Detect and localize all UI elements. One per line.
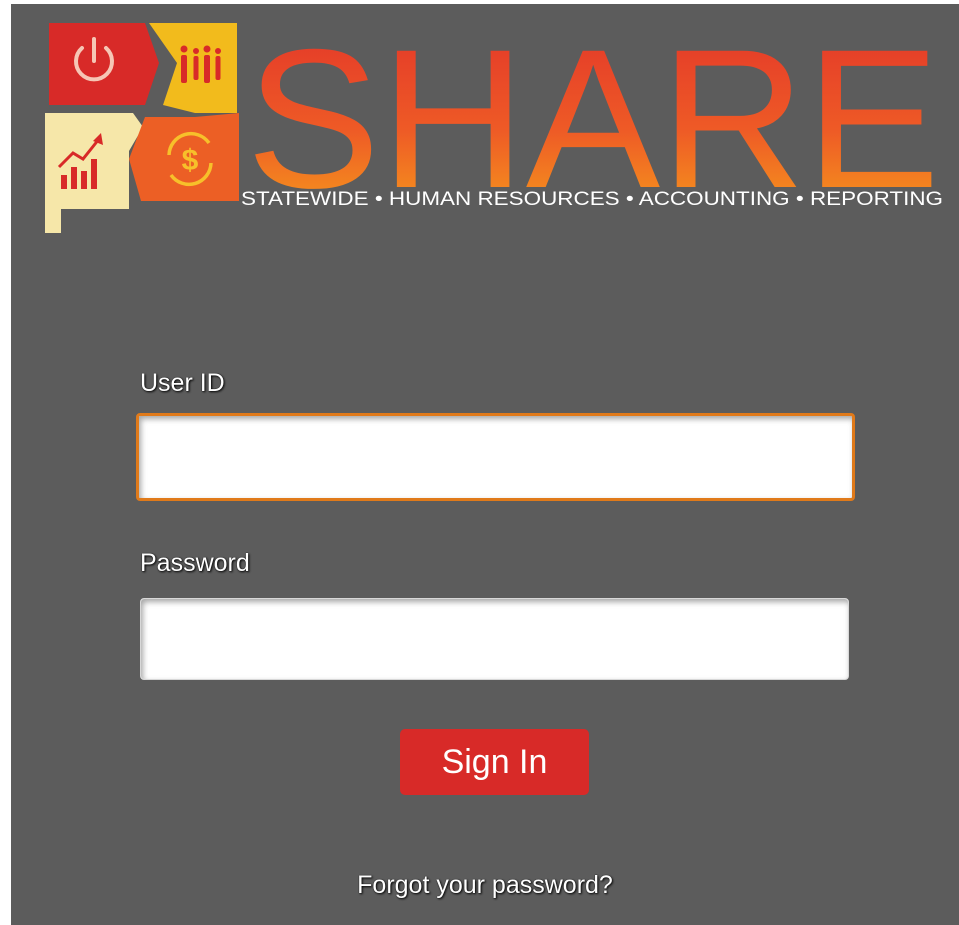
userid-label: User ID — [140, 369, 225, 397]
userid-input[interactable] — [136, 413, 855, 501]
logo-tagline: STATEWIDE • HUMAN RESOURCES • ACCOUNTING… — [241, 189, 943, 210]
login-panel: $ SHARE STATEWIDE • HUMAN RESOURCES • AC… — [11, 4, 959, 925]
password-label: Password — [140, 549, 250, 577]
share-logo: $ SHARE STATEWIDE • HUMAN RESOURCES • AC… — [45, 21, 943, 233]
logo-red-tile — [49, 23, 159, 105]
password-input[interactable] — [140, 598, 849, 680]
forgot-password-link[interactable]: Forgot your password? — [11, 871, 959, 900]
svg-text:$: $ — [182, 144, 199, 177]
logo-yellow-tile — [149, 23, 237, 113]
sign-in-button[interactable]: Sign In — [400, 729, 589, 795]
